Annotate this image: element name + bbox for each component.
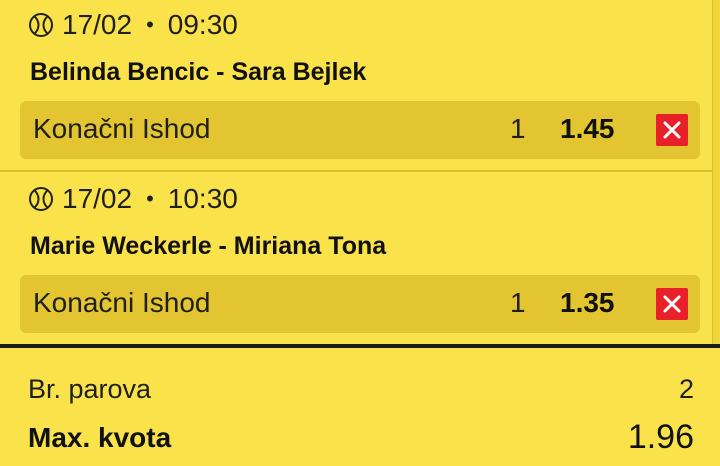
match-date: 17/02: [62, 9, 133, 40]
match-players: Marie Weckerle - Miriana Tona: [30, 232, 387, 260]
match-meta: 17/02 • 09:30: [28, 9, 238, 40]
tennis-ball-icon: [28, 186, 54, 212]
selection-outcome: 1: [510, 287, 526, 318]
tennis-ball-icon: [28, 12, 54, 38]
remove-selection-button[interactable]: [656, 114, 688, 146]
meta-separator: •: [146, 12, 154, 37]
scrollbar[interactable]: [712, 0, 720, 346]
pairs-count-label: Br. parova: [28, 374, 152, 404]
market-name: Konačni Ishod: [33, 287, 211, 318]
max-odds-label: Max. kvota: [28, 422, 172, 453]
selection-odds: 1.35: [560, 287, 615, 318]
match-time: 09:30: [167, 9, 238, 40]
close-icon: [663, 295, 681, 313]
market-name: Konačni Ishod: [33, 113, 211, 144]
selection-outcome: 1: [510, 113, 526, 144]
meta-separator: •: [146, 186, 154, 211]
bet-slip-item: 17/02 • 09:30 Belinda Bencic - Sara Bejl…: [0, 0, 712, 170]
selection-row: Konačni Ishod 1 1.45: [20, 101, 700, 159]
remove-selection-button[interactable]: [656, 288, 688, 320]
match-players: Belinda Bencic - Sara Bejlek: [30, 58, 367, 86]
match-meta: 17/02 • 10:30: [28, 183, 238, 214]
match-time: 10:30: [167, 183, 238, 214]
summary-divider: [0, 344, 720, 348]
selection-odds: 1.45: [560, 113, 615, 144]
match-date: 17/02: [62, 183, 133, 214]
bet-slip-item: 17/02 • 10:30 Marie Weckerle - Miriana T…: [0, 171, 712, 345]
selection-row: Konačni Ishod 1 1.35: [20, 275, 700, 333]
close-icon: [663, 121, 681, 139]
max-odds-value: 1.96: [627, 418, 694, 456]
pairs-count-value: 2: [678, 374, 694, 404]
